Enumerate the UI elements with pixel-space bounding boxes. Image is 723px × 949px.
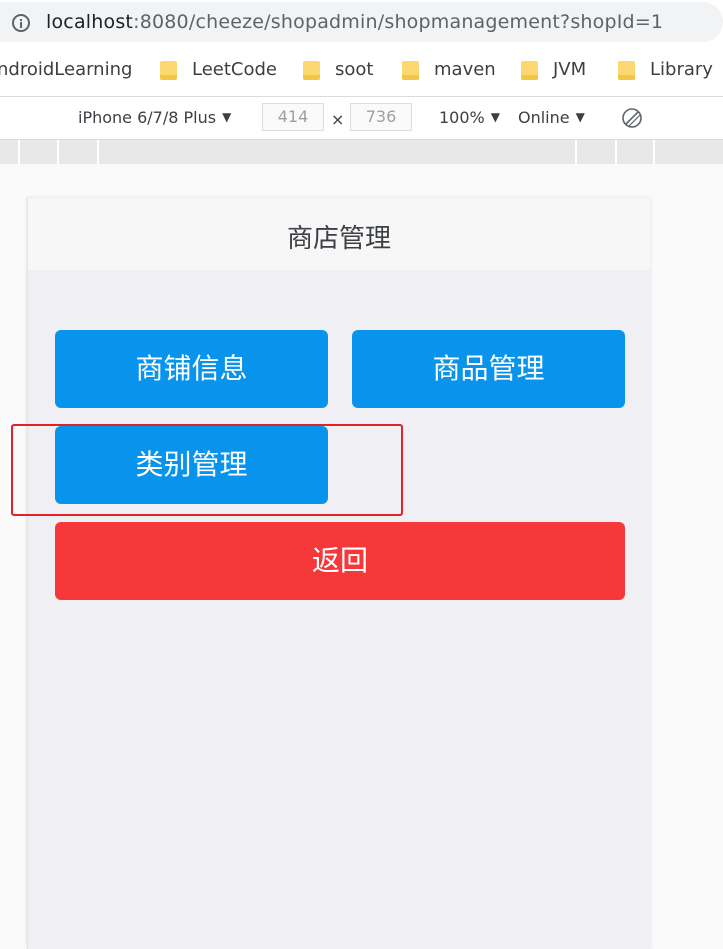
- bookmark-soot[interactable]: soot: [335, 59, 373, 80]
- times-sign: ×: [331, 110, 345, 129]
- device-select[interactable]: iPhone 6/7/8 Plus ▼: [78, 108, 231, 127]
- zoom-select[interactable]: 100% ▼: [439, 108, 500, 127]
- folder-icon: [402, 61, 419, 80]
- ruler-tick: [615, 140, 617, 164]
- url-field[interactable]: localhost:8080/cheeze/shopadmin/shopmana…: [0, 2, 723, 42]
- network-select[interactable]: Online ▼: [518, 108, 585, 127]
- bookmarks-bar: ndroidLearning LeetCode soot maven JVM L…: [0, 46, 723, 97]
- ruler-tick: [18, 140, 20, 164]
- highlight-annotation: [11, 424, 403, 516]
- width-input[interactable]: 414: [262, 103, 324, 131]
- page-title: 商店管理: [286, 224, 391, 254]
- url-text[interactable]: localhost:8080/cheeze/shopadmin/shopmana…: [46, 11, 663, 33]
- app-header: 商店管理: [28, 198, 650, 270]
- folder-icon: [303, 61, 320, 80]
- folder-icon: [618, 61, 635, 80]
- ruler-tick: [653, 140, 655, 164]
- media-query-ruler: [0, 140, 723, 164]
- bookmark-androidlearning[interactable]: ndroidLearning: [0, 59, 132, 80]
- ruler-tick: [575, 140, 577, 164]
- bookmark-leetcode[interactable]: LeetCode: [192, 59, 277, 80]
- mobile-page: 商店管理 商铺信息 商品管理 类别管理 返回: [27, 198, 650, 949]
- dropdown-arrow-icon: ▼: [575, 110, 585, 124]
- ruler-tick: [97, 140, 99, 164]
- bookmark-maven[interactable]: maven: [434, 59, 496, 80]
- device-toolbar: iPhone 6/7/8 Plus ▼ 414 × 736 100% ▼ Onlin…: [0, 97, 723, 140]
- rotate-icon[interactable]: [621, 107, 643, 129]
- address-bar: localhost:8080/cheeze/shopadmin/shopmana…: [0, 0, 723, 46]
- dropdown-arrow-icon: ▼: [222, 110, 232, 124]
- ruler-tick: [57, 140, 59, 164]
- bookmark-jvm[interactable]: JVM: [553, 59, 586, 80]
- product-manage-button[interactable]: 商品管理: [352, 330, 625, 408]
- info-icon[interactable]: [12, 14, 30, 32]
- folder-icon: [160, 61, 177, 80]
- back-button[interactable]: 返回: [55, 522, 625, 600]
- bookmark-library[interactable]: Library: [650, 59, 713, 80]
- folder-icon: [521, 61, 538, 80]
- height-input[interactable]: 736: [350, 103, 412, 131]
- dropdown-arrow-icon: ▼: [490, 110, 500, 124]
- shop-info-button[interactable]: 商铺信息: [55, 330, 328, 408]
